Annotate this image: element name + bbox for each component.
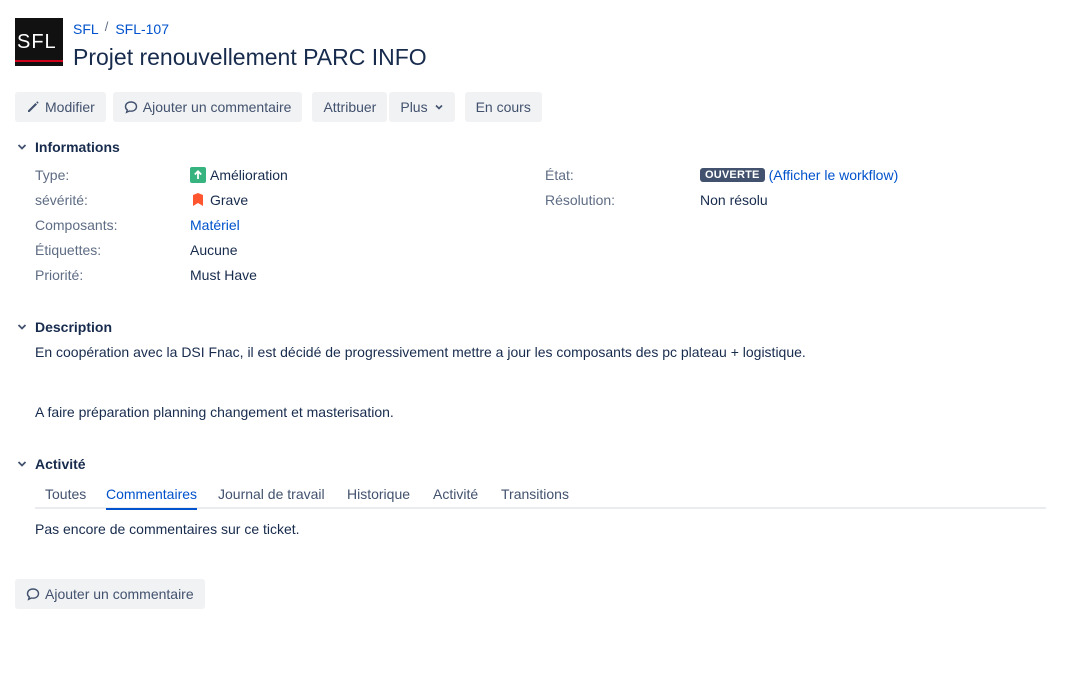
description-line-2: A faire préparation planning changement … [35,404,394,420]
add-comment-button-label: Ajouter un commentaire [142,99,292,115]
breadcrumb-project-link[interactable]: SFL [73,21,99,37]
tab-all[interactable]: Toutes [45,486,86,502]
activity-tabs: Toutes Commentaires Journal de travail H… [35,484,1046,510]
tab-comments[interactable]: Commentaires [106,486,198,510]
in-progress-button[interactable]: En cours [464,92,542,122]
pencil-icon [26,100,40,114]
chevron-down-icon [15,457,29,471]
resolution-value: Non résolu [700,192,768,208]
breadcrumb-separator: / [104,18,109,34]
severity-label: sévérité: [35,192,88,208]
project-avatar[interactable]: SFL [15,18,63,66]
edit-button-label: Modifier [45,99,95,115]
status-badge: OUVERTE [700,168,765,182]
add-comment-bottom-label: Ajouter un commentaire [45,586,194,602]
tab-activity[interactable]: Activité [433,486,478,502]
description-heading: Description [35,319,113,335]
page-title: Projet renouvellement PARC INFO [73,44,427,70]
severity-value-text: Grave [210,192,249,208]
informations-heading: Informations [35,139,120,155]
breadcrumb: SFL / SFL-107 [73,18,169,38]
priority-value: Must Have [190,267,257,283]
chevron-down-icon [15,320,29,334]
activity-section-toggle[interactable]: Activité [15,456,86,472]
priority-label: Priorité: [35,267,84,283]
edit-button[interactable]: Modifier [15,92,106,122]
severity-value: Grave [190,192,248,208]
issue-toolbar: Modifier Ajouter un commentaire Attribue… [15,92,542,122]
project-logo-text: SFL [17,31,57,53]
assign-button[interactable]: Attribuer [312,92,388,122]
issue-header: SFL SFL / SFL-107 Projet renouvellement … [15,18,1055,78]
speech-bubble-icon [124,100,138,114]
components-value-link[interactable]: Matériel [190,217,240,233]
activity-heading: Activité [35,456,86,472]
tab-history[interactable]: Historique [347,486,410,502]
arrow-up-icon [190,167,206,183]
resolution-label: Résolution: [545,192,616,208]
more-button[interactable]: Plus [389,92,455,122]
type-value-text: Amélioration [210,167,288,183]
labels-value: Aucune [190,242,238,258]
assign-button-label: Attribuer [323,99,377,115]
add-comment-button[interactable]: Ajouter un commentaire [112,92,303,122]
chevron-down-icon [15,140,29,154]
bookmark-icon [190,192,206,208]
description-section-toggle[interactable]: Description [15,319,112,335]
tab-worklog[interactable]: Journal de travail [218,486,325,502]
chevron-down-icon [434,102,444,112]
state-value: OUVERTE (Afficher le workflow) [700,167,898,183]
breadcrumb-issue-link[interactable]: SFL-107 [115,21,169,37]
no-comments-message: Pas encore de commentaires sur ce ticket… [35,521,300,537]
components-label: Composants: [35,217,118,233]
tab-transitions[interactable]: Transitions [501,486,569,502]
in-progress-button-label: En cours [475,99,531,115]
logo-stripe [15,60,63,62]
add-comment-bottom-button[interactable]: Ajouter un commentaire [15,579,205,609]
labels-label: Étiquettes: [35,242,102,258]
speech-bubble-icon [26,587,40,601]
state-label: État: [545,167,574,183]
informations-section-toggle[interactable]: Informations [15,139,120,155]
description-line-1: En coopération avec la DSI Fnac, il est … [35,344,806,360]
workflow-link[interactable]: (Afficher le workflow) [769,167,899,183]
type-value: Amélioration [190,167,288,183]
more-button-label: Plus [400,99,428,115]
type-label: Type: [35,167,70,183]
